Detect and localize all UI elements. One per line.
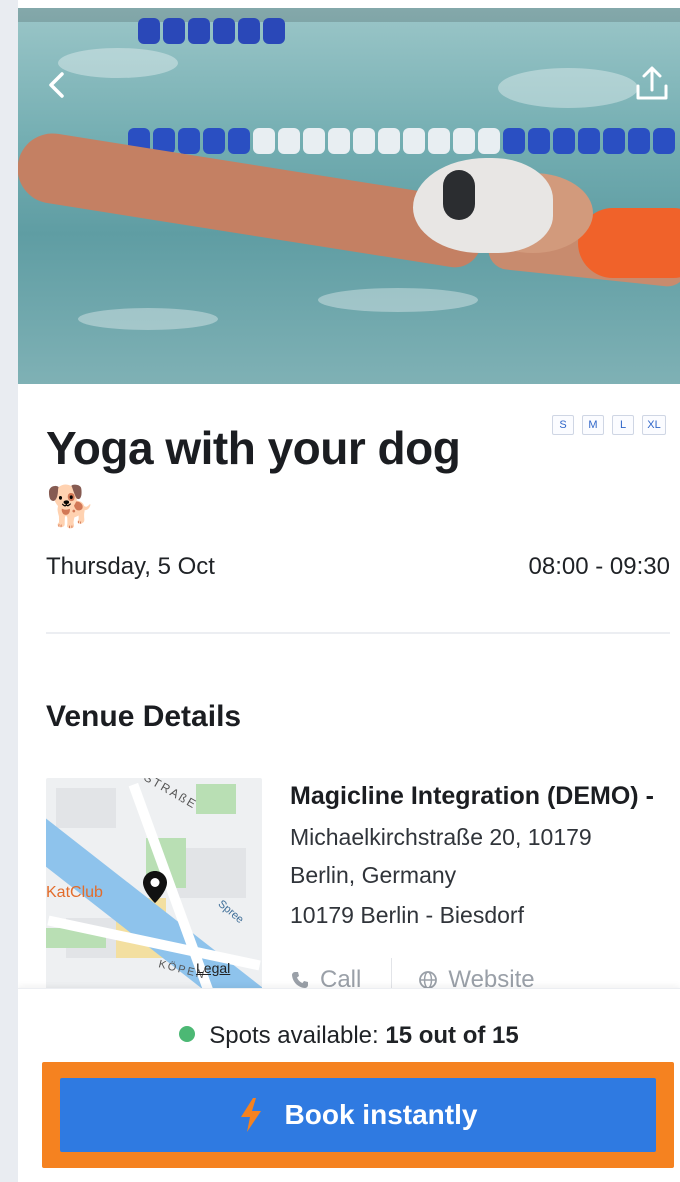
dog-emoji-icon: 🐕 xyxy=(46,485,96,529)
venue-name: Magicline Integration (DEMO) - xyxy=(290,782,654,810)
map-block xyxy=(176,848,246,898)
map-legal-link[interactable]: Legal xyxy=(196,960,230,976)
water-highlight xyxy=(58,48,178,78)
lane-rope xyxy=(128,128,678,154)
venue-address-line3: 10179 Berlin - Biesdorf xyxy=(290,902,524,928)
location-pin-icon xyxy=(143,871,167,903)
spots-available: Spots available: 15 out of 15 xyxy=(18,1022,680,1050)
size-tag-xl: XL xyxy=(642,415,666,435)
divider xyxy=(46,632,670,634)
swim-cap xyxy=(413,158,553,253)
venue-map[interactable]: STRAßE Spree KatClub KÖPEN Legal xyxy=(46,778,262,998)
venue-details-heading: Venue Details xyxy=(46,700,242,733)
availability-dot-icon xyxy=(179,1026,196,1042)
map-park xyxy=(196,784,236,814)
venue-address-line1: Michaelkirchstraße 20, 10179 xyxy=(290,824,592,850)
size-tags: S M L XL xyxy=(552,415,666,435)
size-tag-s: S xyxy=(552,415,574,435)
event-time: 08:00 - 09:30 xyxy=(528,553,670,580)
map-river-label: Spree xyxy=(215,897,246,927)
event-detail-screen: S M L XL Yoga with your dog 🐕 Thursday, … xyxy=(18,0,680,1182)
water-highlight xyxy=(498,68,638,108)
swimmer-suit xyxy=(578,208,680,278)
lightning-bolt-icon xyxy=(240,1098,261,1132)
spots-prefix: Spots available: xyxy=(209,1022,379,1049)
chevron-left-icon xyxy=(49,72,64,98)
hero-image xyxy=(18,8,680,384)
size-tag-l: L xyxy=(612,415,634,435)
share-upload-icon xyxy=(636,66,668,100)
spots-count: 15 out of 15 xyxy=(385,1022,519,1049)
map-street-label: STRAßE xyxy=(141,778,200,812)
book-instantly-button[interactable]: Book instantly xyxy=(60,1078,656,1152)
status-bar xyxy=(18,8,680,22)
phone-icon xyxy=(292,972,308,988)
back-button[interactable] xyxy=(40,68,74,102)
venue-address-line2: Berlin, Germany xyxy=(290,862,457,888)
water-highlight xyxy=(318,288,478,312)
event-title-text: Yoga with your dog xyxy=(46,422,461,474)
globe-icon xyxy=(419,971,438,989)
size-tag-m: M xyxy=(582,415,604,435)
lane-rope xyxy=(138,18,288,44)
event-title: Yoga with your dog 🐕 xyxy=(46,420,516,535)
map-block xyxy=(56,788,116,828)
map-club-label: KatClub xyxy=(46,884,103,901)
book-instantly-label: Book instantly xyxy=(284,1099,478,1130)
event-date: Thursday, 5 Oct xyxy=(46,553,215,580)
water-highlight xyxy=(78,308,218,330)
share-button[interactable] xyxy=(632,64,672,104)
swim-goggles xyxy=(443,170,475,220)
